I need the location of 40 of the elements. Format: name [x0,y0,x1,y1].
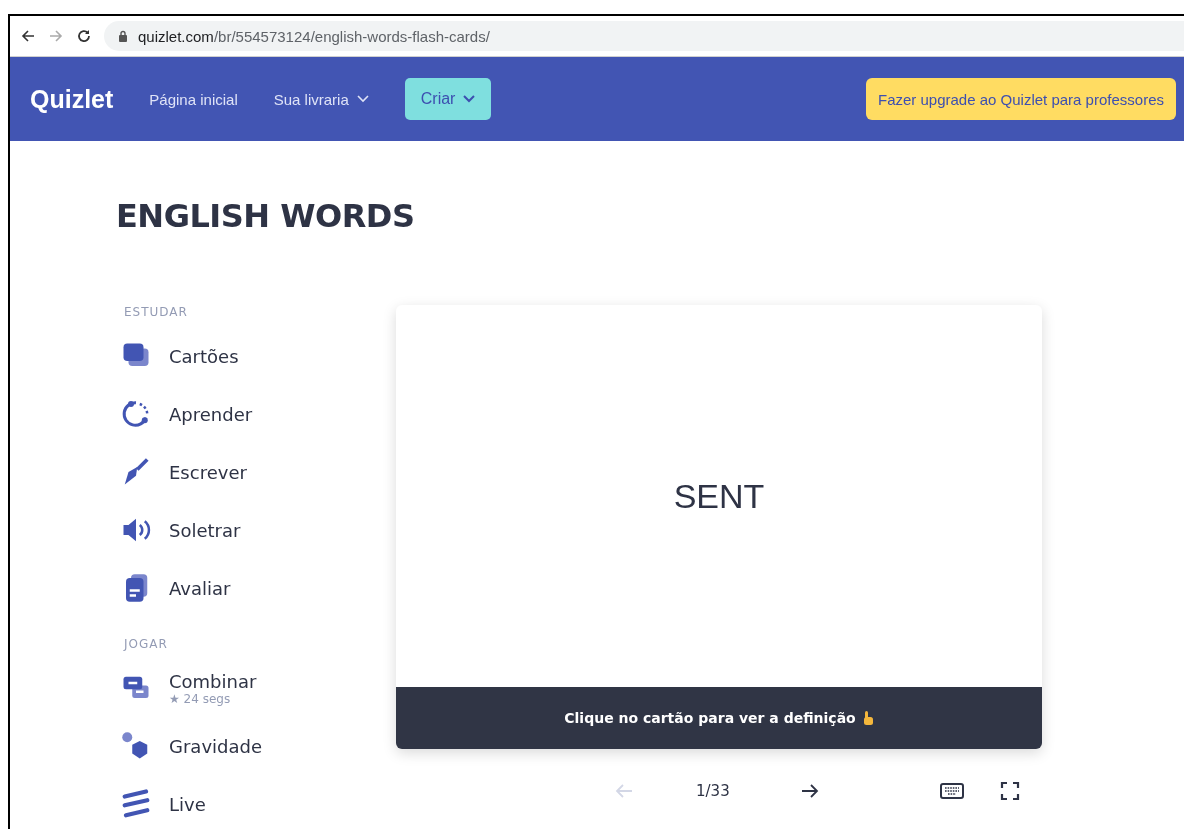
fullscreen-icon[interactable] [1000,781,1020,801]
section-heading: ESTUDAR [124,305,189,319]
reload-icon[interactable] [76,28,92,44]
chevron-down-icon [356,95,369,103]
mode-label: Live [169,793,206,815]
flashcard[interactable]: SENT Clique no cartão para ver a definição [396,305,1042,749]
mode-item[interactable]: Escrever [116,443,396,501]
create-button[interactable]: Criar [404,78,492,120]
chevron-down-icon [463,95,476,103]
mode-item[interactable]: Aprender [116,385,396,443]
card-term: SENT [672,475,766,517]
mode-label: Avaliar [169,577,231,599]
pointing-hand-icon [861,710,874,726]
mode-label: Combinar [169,670,257,692]
keyboard-icon[interactable] [940,783,964,799]
address-bar[interactable]: quizlet.com/br/554573124/english-words-flash-cards/ [104,21,1184,51]
mode-label: Soletrar [169,519,241,541]
mode-item[interactable]: Avaliar [116,559,396,617]
set-title: ENGLISH WORDS [116,197,416,237]
mode-item[interactable]: Gravidade [116,717,396,775]
stripes-icon [121,789,151,819]
hint-text: Clique no cartão para ver a definição [564,710,856,726]
lock-icon [118,30,128,42]
mode-item[interactable]: Cartões [116,327,396,385]
mode-item[interactable]: Live [116,775,396,829]
logo[interactable]: Quizlet [30,84,114,114]
card-counter: 1/33 [696,782,730,800]
best-time: ★ 24 segs [169,691,232,706]
library-menu[interactable]: Sua livraria [273,90,369,108]
upgrade-button[interactable]: Fazer upgrade ao Quizlet para professores [866,78,1176,120]
mode-item[interactable]: Combinar ★ 24 segs [116,659,396,717]
home-link[interactable]: Página inicial [149,90,238,108]
dotted-circle-icon [121,399,151,429]
back-icon[interactable] [20,28,36,44]
mode-label: Aprender [169,403,253,425]
mode-label: Gravidade [169,735,262,757]
section-heading: JOGAR [124,637,169,651]
mode-label: Cartões [169,345,239,367]
mode-label: Escrever [169,461,247,483]
mode-item[interactable]: Soletrar [116,501,396,559]
